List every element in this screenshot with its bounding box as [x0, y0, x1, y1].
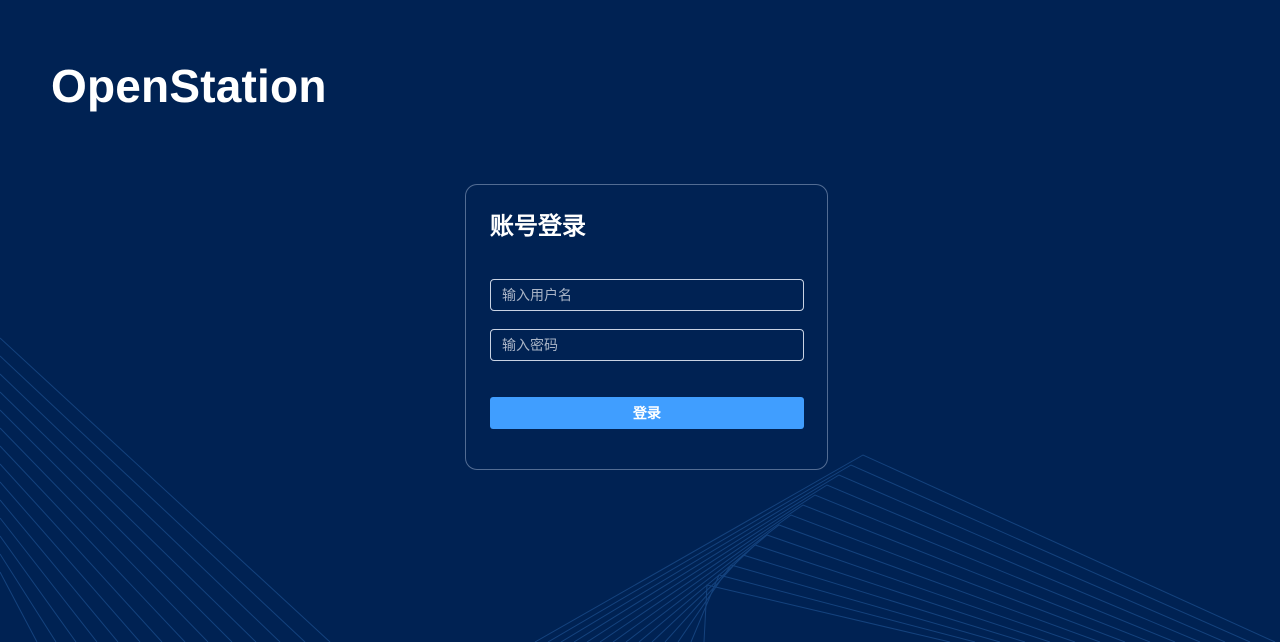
login-title: 账号登录: [490, 213, 586, 240]
login-button[interactable]: 登录: [490, 397, 804, 429]
left-line-fan: [0, 337, 331, 642]
brand-logo-text: OpenStation: [51, 60, 327, 112]
login-card: 账号登录 登录: [465, 184, 828, 470]
password-input[interactable]: [490, 329, 804, 361]
username-input[interactable]: [490, 279, 804, 311]
right-line-fan: [534, 454, 1276, 642]
